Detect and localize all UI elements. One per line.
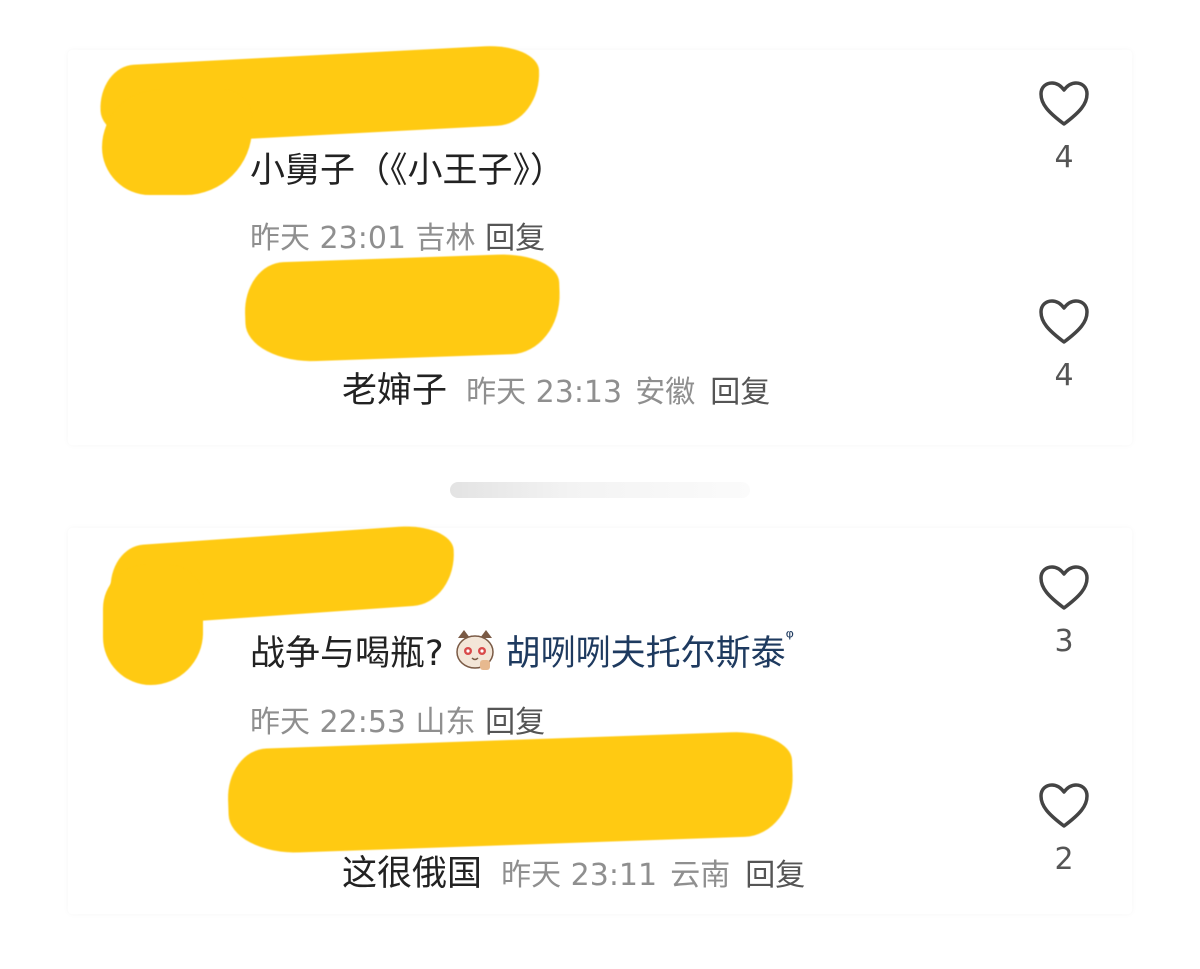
- expand-replies-bar[interactable]: [450, 482, 750, 498]
- reply-time: 昨天 23:11: [501, 858, 658, 893]
- comment-time: 昨天 22:53: [250, 705, 406, 740]
- reply-button[interactable]: 回复: [710, 375, 770, 410]
- comment-meta: 昨天 22:53 山东 回复: [250, 697, 545, 741]
- heart-outline-icon: [1039, 299, 1089, 344]
- like-count: 4: [1054, 358, 1074, 393]
- like-button[interactable]: 4: [1034, 298, 1094, 393]
- comment-meta: 昨天 23:01 吉林 回复: [250, 213, 545, 257]
- like-button[interactable]: 4: [1034, 80, 1094, 175]
- comment-text: 小舅子（《小王子》）: [250, 151, 566, 191]
- like-button[interactable]: 3: [1034, 564, 1094, 659]
- redacted-reply-avatar-username: [226, 730, 795, 855]
- comment-time: 昨天 23:01: [250, 221, 406, 256]
- heart-outline-icon: [1039, 783, 1089, 828]
- like-count: 4: [1054, 140, 1074, 175]
- reply-item: 老婶子 昨天 23:13 安徽 回复: [342, 362, 770, 413]
- like-count: 3: [1054, 624, 1074, 659]
- reply-text: 这很俄国: [342, 854, 483, 894]
- redacted-reply-avatar-username: [243, 252, 562, 364]
- like-button[interactable]: 2: [1034, 782, 1094, 877]
- cat-sticker-icon: [452, 628, 498, 674]
- comment-location: 山东: [415, 705, 476, 740]
- reply-location: 安徽: [635, 375, 696, 410]
- comment-text: 战争与喝瓶? 胡咧咧夫托尔斯泰ᵠ: [250, 625, 794, 678]
- mention-link[interactable]: 胡咧咧夫托尔斯泰: [506, 634, 786, 674]
- reply-button[interactable]: 回复: [745, 858, 805, 893]
- heart-outline-icon: [1039, 81, 1089, 126]
- reply-time: 昨天 23:13: [466, 375, 623, 410]
- reply-item: 这很俄国 昨天 23:11 云南 回复: [342, 845, 805, 896]
- heart-outline-icon: [1039, 565, 1089, 610]
- reply-text: 老婶子: [342, 371, 448, 411]
- comment-body: 战争与喝瓶?: [250, 634, 444, 674]
- reply-button[interactable]: 回复: [485, 221, 545, 256]
- redacted-avatar: [103, 565, 203, 685]
- search-icon[interactable]: ᵠ: [786, 625, 794, 649]
- reply-location: 云南: [670, 858, 731, 893]
- comment-location: 吉林: [415, 221, 476, 256]
- like-count: 2: [1054, 842, 1074, 877]
- reply-button[interactable]: 回复: [485, 705, 545, 740]
